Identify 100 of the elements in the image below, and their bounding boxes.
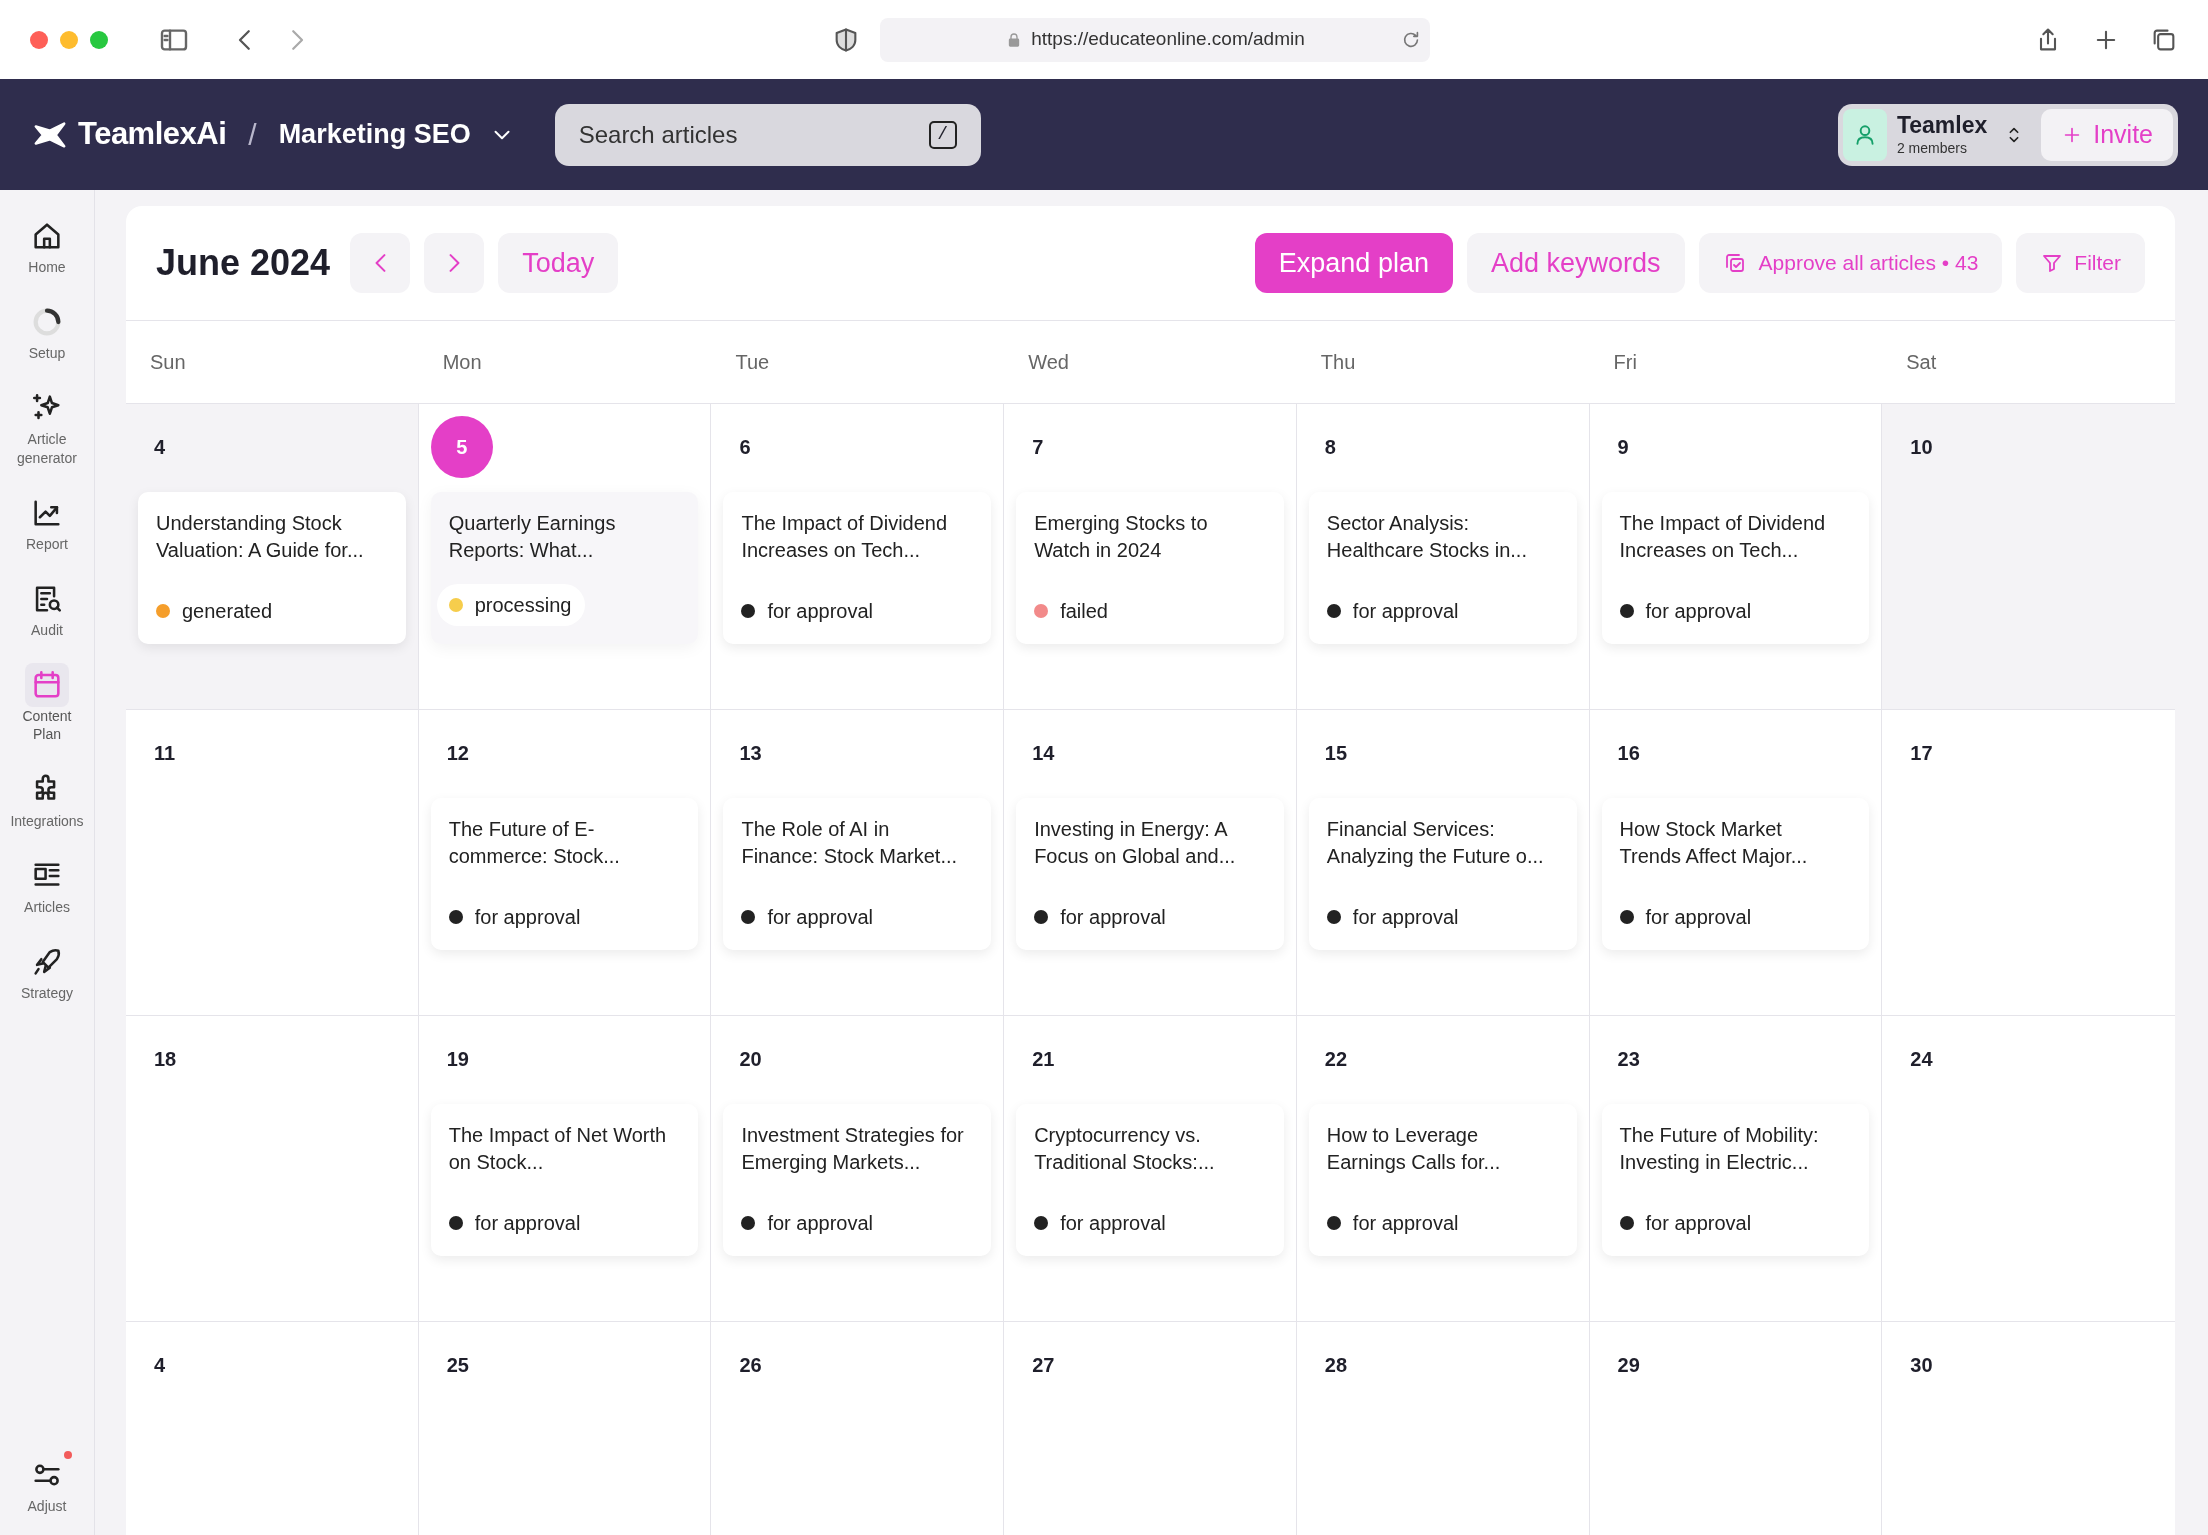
shortcut-key: / (928, 120, 957, 149)
day-number: 24 (1909, 1047, 1934, 1072)
day-number: 21 (1031, 1047, 1056, 1072)
team-switcher[interactable]: Teamlex 2 members Invite (1837, 103, 2178, 166)
day-number: 12 (445, 741, 470, 766)
status-label: for approval (474, 1211, 581, 1236)
day-number: 30 (1909, 1353, 1934, 1378)
article-title: Sector Analysis: Healthcare Stocks in... (1326, 511, 1528, 563)
day-number: 4 (153, 435, 167, 460)
day-number: 16 (1616, 741, 1641, 766)
sidebar-item[interactable]: Home (2, 214, 92, 277)
day-number: 4 (153, 1353, 167, 1378)
status-label: for approval (1645, 599, 1752, 624)
status-label: processing (474, 593, 572, 618)
day-number: 10 (1909, 435, 1934, 460)
close-window-button[interactable] (30, 30, 48, 49)
article-card[interactable]: Investing in Energy: A Focus on Global and... for approval (1016, 798, 1284, 950)
article-card[interactable]: How to Leverage Earnings Calls for... for approval (1308, 1104, 1577, 1256)
day-number: 29 (1616, 1353, 1641, 1378)
sidebar-item[interactable]: Integrations (2, 767, 92, 830)
sidebar-item[interactable]: Setup (2, 300, 92, 363)
status-label: for approval (1352, 599, 1459, 624)
status-label: failed (1060, 599, 1108, 624)
brand-name: TeamlexAi (78, 115, 227, 154)
article-card[interactable]: Quarterly Earnings Reports: What... processing (430, 492, 699, 644)
day-number: 25 (445, 1353, 470, 1378)
article-title: The Role of AI in Finance: Stock Market... (741, 817, 959, 869)
weekday-label: Wed (1028, 350, 1069, 375)
status-label: for approval (1060, 1211, 1166, 1236)
article-card[interactable]: The Impact of Net Worth on Stock... for approval (430, 1104, 699, 1256)
article-card[interactable]: The Impact of Dividend Increases on Tech... for approval (1601, 492, 1870, 644)
status-label: for approval (1060, 905, 1166, 930)
article-title: Investing in Energy: A Focus on Global and... (1034, 817, 1237, 869)
article-title: The Future of Mobility: Investing in Electric... (1619, 1123, 1820, 1175)
article-title: Understanding Stock Valuation: A Guide for... (156, 511, 365, 563)
article-title: Investment Strategies for Emerging Markets... (741, 1123, 965, 1175)
sidebar-item[interactable]: Articles (2, 853, 92, 916)
day-number: 22 (1323, 1047, 1349, 1072)
day-number: 5 (430, 416, 493, 478)
weekday-label: Sun (150, 350, 186, 375)
day-number: 15 (1323, 741, 1349, 766)
article-card[interactable]: Sector Analysis: Healthcare Stocks in... for approval (1308, 492, 1577, 644)
zoom-window-button[interactable] (90, 30, 108, 49)
day-number: 11 (153, 741, 177, 766)
article-title: The Impact of Net Worth on Stock... (448, 1123, 668, 1175)
article-card[interactable]: Financial Services: Analyzing the Future o... for approval (1308, 798, 1577, 950)
article-title: Financial Services: Analyzing the Future o... (1326, 817, 1545, 869)
article-title: How Stock Market Trends Affect Major... (1619, 817, 1809, 869)
article-title: The Impact of Dividend Increases on Tech... (741, 511, 949, 563)
day-number: 28 (1323, 1353, 1349, 1378)
article-card[interactable]: The Future of Mobility: Investing in Electric... for approval (1601, 1104, 1870, 1256)
day-number: 7 (1031, 435, 1045, 460)
article-title: The Impact of Dividend Increases on Tech... (1619, 511, 1827, 563)
minimize-window-button[interactable] (60, 30, 78, 49)
team-name: Teamlex (1896, 111, 1988, 141)
member-count: 2 members (1896, 140, 1968, 158)
day-number: 27 (1031, 1353, 1056, 1378)
status-label: for approval (1352, 905, 1459, 930)
expand-plan-button[interactable]: Expand plan (1254, 233, 1453, 293)
day-number: 14 (1031, 741, 1056, 766)
article-card[interactable]: Emerging Stocks to Watch in 2024 failed (1016, 492, 1284, 644)
sidebar-item[interactable]: Content Plan (2, 663, 92, 744)
weekday-label: Fri (1613, 350, 1637, 375)
article-card[interactable]: Investment Strategies for Emerging Markets... for approval (723, 1104, 992, 1256)
article-card[interactable]: The Future of E-commerce: Stock... for approval (430, 798, 699, 950)
weekday-label: Mon (442, 350, 482, 375)
chevron-left-icon (374, 254, 386, 272)
article-title: Cryptocurrency vs. Traditional Stocks:... (1034, 1123, 1216, 1175)
article-card[interactable]: The Role of AI in Finance: Stock Market... for approval (723, 798, 992, 950)
status-label: generated (182, 599, 273, 624)
status-label: for approval (1645, 1211, 1752, 1236)
status-label: for approval (1645, 905, 1752, 930)
next-month-button[interactable] (424, 233, 485, 293)
article-title: Emerging Stocks to Watch in 2024 (1034, 511, 1209, 563)
project-switcher[interactable]: Marketing SEO (278, 114, 515, 155)
day-number: 9 (1616, 435, 1630, 460)
day-number: 17 (1909, 741, 1934, 766)
day-number: 8 (1323, 435, 1337, 460)
sidebar-item[interactable]: Article generator (2, 386, 92, 467)
day-number: 18 (153, 1047, 178, 1072)
previous-month-button[interactable] (350, 233, 411, 293)
status-label: for approval (767, 1211, 874, 1236)
article-card[interactable]: Cryptocurrency vs. Traditional Stocks:... for approval (1016, 1104, 1284, 1256)
status-label: for approval (767, 905, 874, 930)
chevron-right-icon (448, 254, 460, 272)
breadcrumb-separator: / (248, 117, 257, 153)
article-card[interactable]: Understanding Stock Valuation: A Guide for... generated (138, 492, 406, 644)
sidebar-item[interactable]: Strategy (2, 939, 92, 1003)
article-card[interactable]: The Impact of Dividend Increases on Tech... for approval (723, 492, 992, 644)
article-card[interactable]: How Stock Market Trends Affect Major... for approval (1601, 798, 1870, 950)
sidebar-item[interactable]: Adjust (2, 1452, 92, 1515)
month-title: June 2024 (156, 241, 331, 285)
url-text: https://educateonline.com/admin (1031, 27, 1305, 52)
day-number: 23 (1616, 1047, 1641, 1072)
article-title: How to Leverage Earnings Calls for... (1326, 1123, 1502, 1175)
sidebar-item[interactable]: Report (2, 490, 92, 553)
day-number: 13 (738, 741, 763, 766)
address-bar[interactable]: https://educateonline.com/admin (880, 17, 1430, 62)
status-label: for approval (474, 905, 581, 930)
sidebar-item[interactable]: Audit (2, 576, 92, 640)
